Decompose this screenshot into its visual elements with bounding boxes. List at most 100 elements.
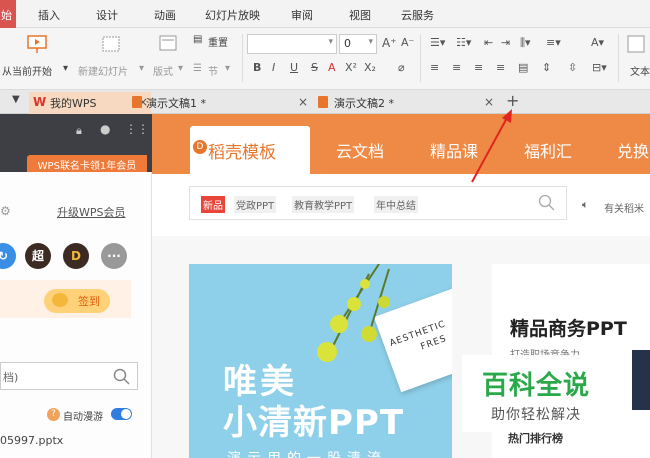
chevron-down-icon: ▾ — [178, 63, 184, 74]
auto-roam-label: 自动漫游 — [63, 412, 103, 423]
template-banner[interactable]: AESTHETIC FRES 唯美 小清新PPT 演示用的一股清流 — [189, 264, 452, 458]
align-center-icon[interactable]: ≡ — [452, 61, 461, 74]
annotation-arrow-icon — [471, 109, 512, 183]
coin-icon — [52, 293, 68, 307]
upgrade-vip-link[interactable]: 升级WPS会员 — [57, 204, 126, 220]
tab-benefits[interactable]: 福利汇 — [524, 138, 572, 162]
justify-icon[interactable]: ≡ — [496, 61, 505, 74]
help-icon[interactable]: ? — [47, 408, 60, 421]
align-left-icon[interactable]: ≡ — [430, 61, 439, 74]
clear-format-icon[interactable]: ⌀ — [398, 61, 405, 74]
file-search-placeholder: 档) — [3, 371, 19, 384]
lock-icon[interactable]: 🔒︎ — [76, 124, 82, 138]
chevron-down-icon: ▾ — [63, 63, 69, 74]
section-button[interactable]: 节 — [208, 63, 218, 78]
hot-ranking-link[interactable]: 热门排行榜 — [508, 430, 563, 446]
tag-midyear-summary[interactable]: 年中总结 — [374, 196, 418, 213]
italic-button[interactable]: I — [272, 61, 275, 74]
tab-list-dropdown-icon[interactable]: ▼ — [12, 94, 20, 105]
banner-title-2: 小清新PPT — [223, 403, 405, 443]
tab-doc1[interactable]: 演示文稿1 * × — [128, 92, 310, 114]
tab-redeem[interactable]: 兑换 — [617, 138, 649, 162]
distribute-icon[interactable]: ▤ — [518, 61, 528, 74]
menu-tab-insert[interactable]: 插入 — [38, 7, 60, 23]
search-icon[interactable] — [538, 194, 556, 212]
watermark-main: 百科全说 — [482, 371, 591, 401]
section-icon: ☰ — [193, 63, 202, 74]
grow-font-icon[interactable]: A⁺ — [382, 36, 397, 50]
avatar-chao[interactable]: 超 — [25, 243, 51, 269]
chevron-down-icon: ▾ — [328, 37, 333, 47]
apps-grid-icon[interactable]: ⋮⋮ — [125, 122, 149, 136]
ribbon-divider — [242, 34, 243, 82]
superscript-button[interactable]: X² — [345, 61, 357, 74]
tag-education-ppt[interactable]: 教育教学PPT — [292, 196, 355, 213]
toggle-knob — [121, 409, 131, 419]
template-search-input[interactable]: 新品 党政PPT 教育教学PPT 年中总结 — [189, 186, 567, 220]
menu-bar: 始 插入 设计 动画 幻灯片放映 审阅 视图 云服务 — [0, 0, 650, 28]
font-size-select[interactable]: 0 ▾ — [339, 34, 377, 54]
strikethrough-button[interactable]: S — [311, 61, 318, 74]
watermark-sub: 助你轻松解决 — [491, 407, 581, 423]
reset-icon: ▤ — [193, 34, 203, 45]
number-list-icon[interactable]: ☷▾ — [456, 36, 471, 49]
more-avatars-icon[interactable]: ··· — [101, 243, 127, 269]
textbox-icon[interactable] — [626, 34, 646, 54]
avatar-d[interactable]: D — [63, 243, 89, 269]
tag-new[interactable]: 新品 — [201, 196, 225, 213]
menu-tab-slideshow[interactable]: 幻灯片放映 — [205, 7, 260, 23]
ribbon-divider — [618, 34, 619, 82]
columns-icon[interactable]: ⫼▾ — [520, 36, 531, 50]
layout-label: 版式 — [153, 67, 173, 78]
new-slide-icon — [102, 36, 120, 52]
docer-logo-icon: D — [193, 140, 207, 154]
indent-increase-icon[interactable]: ⇥ — [501, 36, 510, 49]
card-title: 精品商务PPT — [510, 318, 627, 340]
shrink-font-icon[interactable]: A⁻ — [401, 36, 414, 49]
bold-button[interactable]: B — [253, 61, 261, 74]
vertical-align-icon[interactable]: ⇕ — [542, 61, 551, 74]
template-nav-bar: D 稻壳模板 云文档 精品课 福利汇 兑换 — [152, 114, 650, 174]
close-icon[interactable]: × — [298, 95, 308, 109]
smart-art-icon[interactable]: ⊟▾ — [592, 61, 607, 74]
indent-decrease-icon[interactable]: ⇤ — [484, 36, 493, 49]
business-person-image — [632, 350, 650, 410]
text-align-icon[interactable]: ⇳ — [568, 61, 577, 74]
tab-doc2-label: 演示文稿2 * — [334, 97, 394, 110]
menu-tab-view[interactable]: 视图 — [349, 7, 371, 23]
menu-tab-cloud[interactable]: 云服务 — [401, 7, 434, 23]
menu-tab-animation[interactable]: 动画 — [154, 7, 176, 23]
pptx-file-icon — [318, 96, 328, 108]
bullet-list-icon[interactable]: ☰▾ — [430, 36, 445, 49]
recent-file-item[interactable]: 05997.pptx — [0, 434, 63, 447]
font-family-select[interactable]: ▾ — [247, 34, 337, 54]
file-search-input[interactable]: 档) — [0, 362, 138, 390]
line-spacing-icon[interactable]: ≡▾ — [546, 36, 561, 49]
tab-mywps-label: 我的WPS — [50, 97, 97, 110]
chat-icon[interactable]: ● — [100, 122, 110, 136]
subscript-button[interactable]: X₂ — [364, 61, 376, 74]
ribbon: 从当前开始 ▾ 新建幻灯片 ▾ 版式 ▾ ▤ 重置 ☰ 节 ▾ ▾ 0 ▾ A⁺… — [0, 28, 650, 90]
search-icon[interactable] — [113, 368, 131, 386]
font-color-button[interactable]: A — [328, 61, 336, 74]
chevron-down-icon: ▾ — [139, 63, 145, 74]
underline-button[interactable]: U — [290, 61, 298, 74]
watermark-overlay: 百科全说 助你轻松解决 — [462, 355, 626, 432]
menu-tab-review[interactable]: 审阅 — [291, 7, 313, 23]
reset-button[interactable]: 重置 — [208, 34, 228, 49]
settings-icon[interactable]: ⚙ — [0, 204, 11, 218]
auto-roam-toggle[interactable] — [111, 408, 132, 420]
tab-docer-templates[interactable]: D 稻壳模板 — [190, 126, 310, 174]
text-direction-icon[interactable]: A▾ — [591, 36, 604, 49]
tab-docer-label: 稻壳模板 — [208, 143, 276, 163]
tab-cloud-docs[interactable]: 云文档 — [336, 138, 384, 162]
announcement-text[interactable]: 有关稻米 — [604, 200, 644, 215]
sign-in-button[interactable]: 签到 — [44, 289, 110, 313]
banner-title-3: 演示用的一股清流 — [227, 448, 387, 458]
menu-tab-start[interactable]: 始 — [0, 0, 16, 28]
tag-party-ppt[interactable]: 党政PPT — [234, 196, 277, 213]
slideshow-icon — [27, 35, 47, 53]
menu-tab-design[interactable]: 设计 — [96, 7, 118, 23]
promo-badge[interactable]: WPS联名卡领1年会员 — [27, 155, 147, 172]
align-right-icon[interactable]: ≡ — [474, 61, 483, 74]
